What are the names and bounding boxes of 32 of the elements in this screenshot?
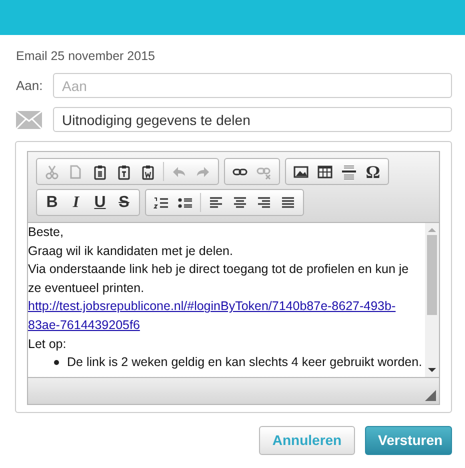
align-center-icon[interactable] (232, 194, 248, 210)
scroll-down-icon[interactable] (428, 367, 436, 373)
paste-word-icon[interactable] (140, 164, 156, 180)
underline-button[interactable]: U (88, 192, 112, 214)
bullet-icon (54, 360, 59, 365)
horizontal-rule-icon[interactable] (341, 164, 357, 180)
justify-icon[interactable] (280, 194, 296, 210)
bold-button[interactable]: B (40, 192, 64, 214)
subject-field[interactable]: Uitnodiging gegevens te delen (53, 107, 452, 132)
to-field[interactable]: Aan (53, 73, 452, 98)
to-label: Aan: (16, 76, 44, 95)
strikethrough-button[interactable]: S (112, 192, 136, 214)
numbered-list-icon[interactable] (153, 194, 169, 210)
paragraph: Graag wil ik kandidaten met je delen. (28, 242, 234, 260)
paragraph: Beste, (28, 224, 64, 241)
dialog-title: Email 25 november 2015 (16, 48, 156, 65)
envelope-icon (16, 111, 42, 130)
align-left-icon[interactable] (208, 194, 224, 210)
paste-text-icon[interactable] (116, 164, 132, 180)
link[interactable]: http://test.jobsrepublicone.nl/#loginByToken/7140b87e-8627-493b-83ae-7614439205f6 (28, 297, 423, 335)
resize-grip-icon[interactable] (425, 390, 436, 401)
italic-button[interactable]: I (64, 192, 88, 214)
align-right-icon[interactable] (256, 194, 272, 210)
table-icon[interactable] (317, 164, 333, 180)
paste-icon[interactable] (92, 164, 108, 180)
scrollbar-thumb[interactable] (427, 235, 437, 315)
special-character-button[interactable]: Ω (361, 160, 385, 182)
paragraph: Let op: (28, 336, 68, 353)
paragraph: Via onderstaande link heb je direct toegang tot de profielen en kun je ze eventueel printen. (28, 261, 410, 297)
image-icon[interactable] (293, 164, 309, 180)
scrollbar[interactable] (425, 223, 439, 377)
list-item: De link is 2 weken geldig en kan slechts 4 keer gebruikt worden. (67, 354, 422, 372)
